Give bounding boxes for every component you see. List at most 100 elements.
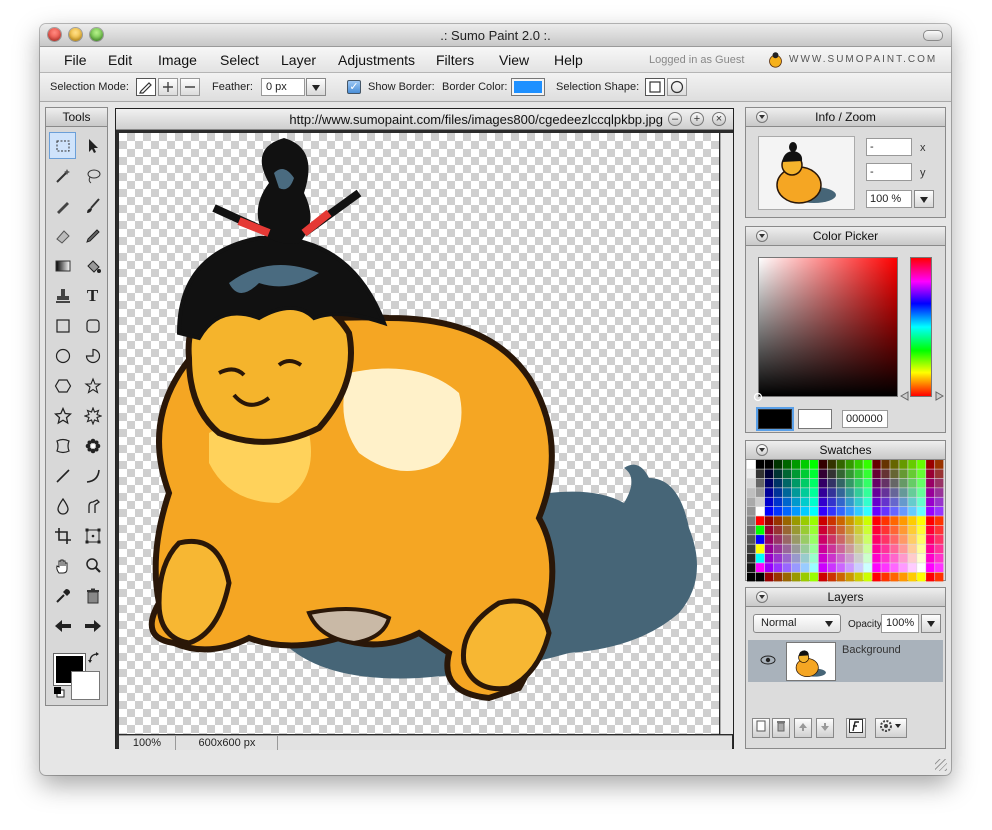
collapse-info-zoom-button[interactable] [756,111,768,123]
swatch-cell[interactable] [854,544,863,554]
zoom-tool-icon[interactable] [79,552,106,579]
swatch-cell[interactable] [773,469,783,479]
collapse-swatches-button[interactable] [756,444,768,456]
trash-tool-icon[interactable] [79,582,106,609]
swatch-cell[interactable] [747,563,756,573]
swatch-cell[interactable] [827,488,836,497]
menu-view[interactable]: View [499,52,529,68]
arrow-left-icon[interactable] [49,612,76,639]
swatch-cell[interactable] [791,535,801,544]
swatch-cell[interactable] [791,506,801,516]
layer-options-button[interactable] [875,718,907,738]
swatch-cell[interactable] [800,488,810,497]
swatch-cell[interactable] [899,572,908,582]
swatch-cell[interactable] [818,478,827,488]
swatch-cell[interactable] [773,572,783,582]
swatch-cell[interactable] [854,469,863,479]
swatch-cell[interactable] [791,563,801,573]
swatch-cell[interactable] [935,488,944,497]
swatch-cell[interactable] [890,460,899,469]
swatch-cell[interactable] [818,488,827,497]
swatch-cell[interactable] [818,572,827,582]
swatch-cell[interactable] [809,488,819,497]
swatch-cell[interactable] [890,488,899,497]
swatch-cell[interactable] [747,460,756,469]
swatch-cell[interactable] [917,563,926,573]
swatch-cell[interactable] [881,488,890,497]
ellipse-tool-icon[interactable] [49,342,76,369]
swatch-cell[interactable] [755,469,765,479]
delete-layer-button[interactable] [772,718,790,738]
swatch-cell[interactable] [881,516,890,526]
swatch-cell[interactable] [782,488,792,497]
swatch-cell[interactable] [764,506,774,516]
swatch-cell[interactable] [935,516,944,526]
swatch-cell[interactable] [935,563,944,573]
swatch-cell[interactable] [854,478,863,488]
swatch-cell[interactable] [800,535,810,544]
previous-color-swatch[interactable] [798,409,832,429]
eraser-tool-icon[interactable] [49,222,76,249]
swatch-cell[interactable] [764,525,774,535]
swatch-cell[interactable] [836,516,845,526]
swatch-cell[interactable] [908,469,917,479]
close-document-button[interactable]: × [712,112,726,126]
swatch-cell[interactable] [773,506,783,516]
selection-mode-new-button[interactable] [136,78,156,96]
swatch-cell[interactable] [818,563,827,573]
swatch-cell[interactable] [809,497,819,507]
menu-layer[interactable]: Layer [281,52,316,68]
swatch-cell[interactable] [800,525,810,535]
swatch-cell[interactable] [755,516,765,526]
swatch-cell[interactable] [908,460,917,469]
minimize-document-button[interactable]: – [668,112,682,126]
swatch-cell[interactable] [764,488,774,497]
collapse-layers-button[interactable] [756,591,768,603]
swatch-cell[interactable] [755,506,765,516]
swatch-cell[interactable] [845,497,854,507]
swatch-cell[interactable] [747,535,756,544]
swatch-cell[interactable] [747,544,756,554]
menu-filters[interactable]: Filters [436,52,474,68]
swatch-cell[interactable] [917,525,926,535]
swatch-cell[interactable] [755,535,765,544]
blur-tool-icon[interactable] [49,492,76,519]
swatch-cell[interactable] [809,553,819,563]
swatch-cell[interactable] [782,525,792,535]
feather-dropdown-button[interactable] [306,78,326,96]
swatch-cell[interactable] [899,516,908,526]
swatch-cell[interactable] [854,460,863,469]
swatch-cell[interactable] [782,563,792,573]
swatch-cell[interactable] [899,525,908,535]
hand-tool-icon[interactable] [49,552,76,579]
swatch-cell[interactable] [926,553,935,563]
swatch-cell[interactable] [827,553,836,563]
default-colors-icon[interactable] [52,685,66,699]
swatch-cell[interactable] [800,497,810,507]
swatch-cell[interactable] [747,488,756,497]
swatch-cell[interactable] [881,506,890,516]
swatch-cell[interactable] [917,478,926,488]
swatch-cell[interactable] [818,516,827,526]
star-outline-tool-icon[interactable] [49,402,76,429]
swatch-cell[interactable] [863,544,872,554]
swatch-cell[interactable] [764,516,774,526]
swatch-cell[interactable] [818,506,827,516]
swatch-cell[interactable] [926,460,935,469]
swatch-cell[interactable] [908,497,917,507]
swatch-cell[interactable] [747,516,756,526]
swatch-cell[interactable] [890,525,899,535]
swatch-cell[interactable] [863,497,872,507]
swatch-cell[interactable] [836,478,845,488]
swatch-cell[interactable] [809,469,819,479]
swap-colors-icon[interactable] [87,651,101,665]
swatch-cell[interactable] [845,535,854,544]
swatch-cell[interactable] [872,525,881,535]
swatch-cell[interactable] [827,469,836,479]
swatch-cell[interactable] [809,460,819,469]
swatch-cell[interactable] [926,488,935,497]
swatch-cell[interactable] [764,469,774,479]
menu-select[interactable]: Select [220,52,259,68]
swatch-cell[interactable] [881,469,890,479]
swatch-cell[interactable] [791,478,801,488]
